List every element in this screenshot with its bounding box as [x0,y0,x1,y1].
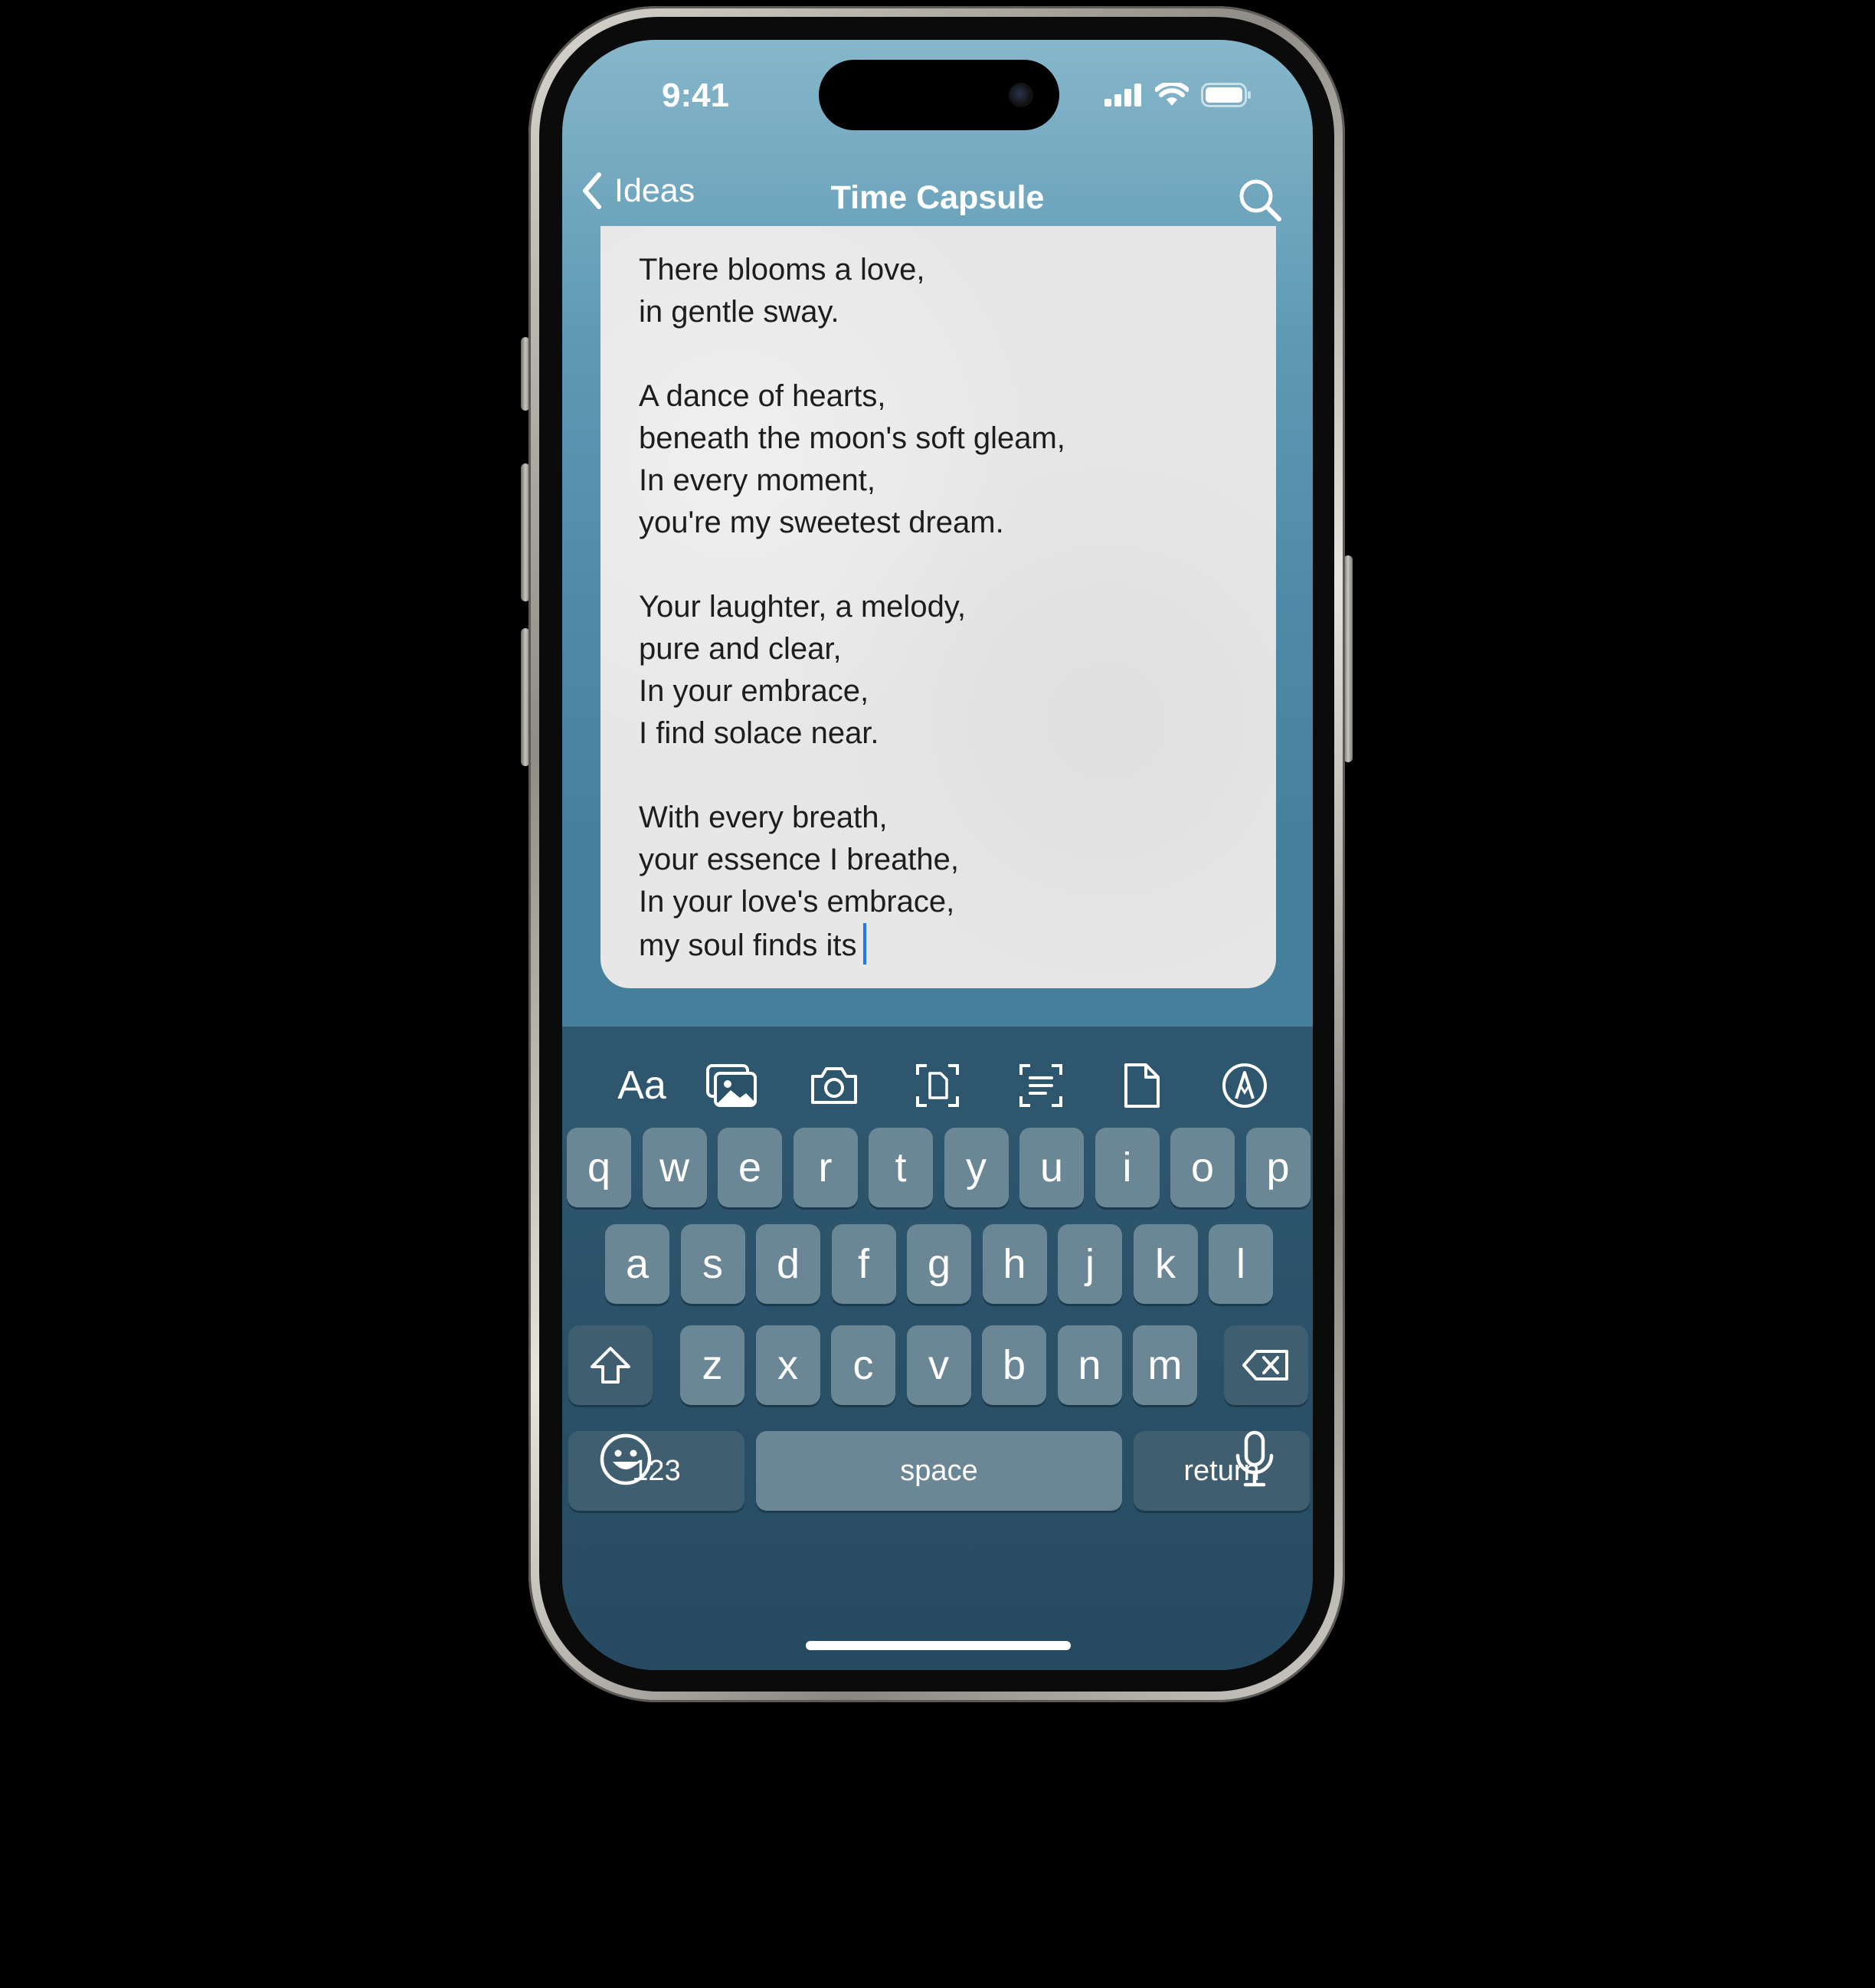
text-cursor [862,923,866,965]
return-key[interactable]: return [1134,1431,1310,1511]
note-editor[interactable]: There blooms a love, in gentle sway. A dan… [600,226,1276,988]
note-line: beneath the moon's soft gleam, [639,421,1065,455]
emoji-button[interactable] [599,1433,653,1490]
attach-document-button[interactable] [1115,1059,1169,1112]
note-line: you're my sweetest dream. [639,506,1004,539]
delete-key[interactable] [1224,1325,1308,1405]
document-icon [1124,1063,1160,1108]
search-button[interactable] [1238,178,1282,226]
markup-button[interactable] [1218,1059,1271,1112]
dictation-button[interactable] [1233,1430,1276,1492]
camera-button[interactable] [807,1059,861,1112]
key-k[interactable]: k [1133,1224,1198,1304]
key-s[interactable]: s [680,1224,745,1304]
note-line: Your laughter, a melody, [639,590,966,624]
camera-icon [811,1067,857,1104]
wifi-icon [1155,83,1189,106]
home-indicator [806,1641,1071,1650]
search-icon [1239,179,1281,221]
note-line: in gentle sway. [639,295,839,329]
key-h[interactable]: h [982,1224,1047,1304]
note-line: your essence I breathe, [639,843,960,876]
scan-document-icon [916,1064,959,1107]
note-line: With every breath, [639,801,888,834]
key-i[interactable]: i [1095,1128,1160,1207]
key-r[interactable]: r [793,1128,858,1207]
formatting-toolbar: Aa [562,1042,1313,1126]
note-line: A dance of hearts, [639,379,886,413]
photo-library-button[interactable] [705,1059,758,1112]
key-z[interactable]: z [680,1325,744,1405]
front-camera [1009,83,1033,107]
key-t[interactable]: t [869,1128,933,1207]
markup-icon [1222,1063,1267,1108]
key-m[interactable]: m [1133,1325,1197,1405]
space-key[interactable]: space [756,1431,1122,1511]
status-icons [1104,83,1252,107]
key-e[interactable]: e [718,1128,782,1207]
emoji-icon [600,1433,652,1485]
note-line: There blooms a love, [639,253,925,287]
note-line [639,544,1065,586]
battery-icon [1201,83,1251,107]
note-line: I find solace near. [639,716,879,750]
key-p[interactable]: p [1245,1128,1311,1207]
note-line: pure and clear, [639,632,842,666]
photo-library-icon [706,1064,757,1107]
scan-text-button[interactable] [1014,1059,1068,1112]
scan-text-icon [1019,1064,1062,1107]
backspace-icon [1242,1350,1288,1380]
key-u[interactable]: u [1019,1128,1084,1207]
note-line: In your love's embrace, [639,885,955,919]
note-line: In your embrace, [639,674,869,708]
key-w[interactable]: w [642,1128,707,1207]
key-l[interactable]: l [1209,1224,1273,1304]
keyboard-area: Aa q w e r t y u i o p a s d f g h j k l… [562,1027,1313,1670]
key-d[interactable]: d [756,1224,820,1304]
key-o[interactable]: o [1170,1128,1235,1207]
dynamic-island [819,60,1059,130]
key-n[interactable]: n [1057,1325,1122,1405]
numbers-key[interactable]: 123 [568,1431,744,1511]
format-text-button[interactable]: Aa [604,1059,680,1112]
status-time: 9:41 [662,77,730,114]
shift-key[interactable] [568,1325,653,1405]
note-line: my soul finds its [639,923,1065,965]
note-line [639,333,1065,375]
key-b[interactable]: b [982,1325,1046,1405]
key-g[interactable]: g [907,1224,971,1304]
note-line [639,755,1065,797]
key-v[interactable]: v [906,1325,971,1405]
key-f[interactable]: f [831,1224,896,1304]
cellular-signal-icon [1104,84,1141,106]
key-y[interactable]: y [944,1128,1009,1207]
key-c[interactable]: c [831,1325,895,1405]
key-x[interactable]: x [755,1325,820,1405]
key-a[interactable]: a [605,1224,669,1304]
key-j[interactable]: j [1058,1224,1122,1304]
phone-screen: 9:41 Ideas Time Capsule There blooms a l… [562,40,1313,1670]
note-title: Time Capsule [830,179,1045,216]
microphone-icon [1235,1430,1274,1487]
note-line: In every moment, [639,463,876,497]
key-q[interactable]: q [567,1128,631,1207]
shift-icon [591,1347,630,1384]
note-body[interactable]: There blooms a love, in gentle sway. A dan… [639,249,1065,965]
scan-document-button[interactable] [911,1059,964,1112]
